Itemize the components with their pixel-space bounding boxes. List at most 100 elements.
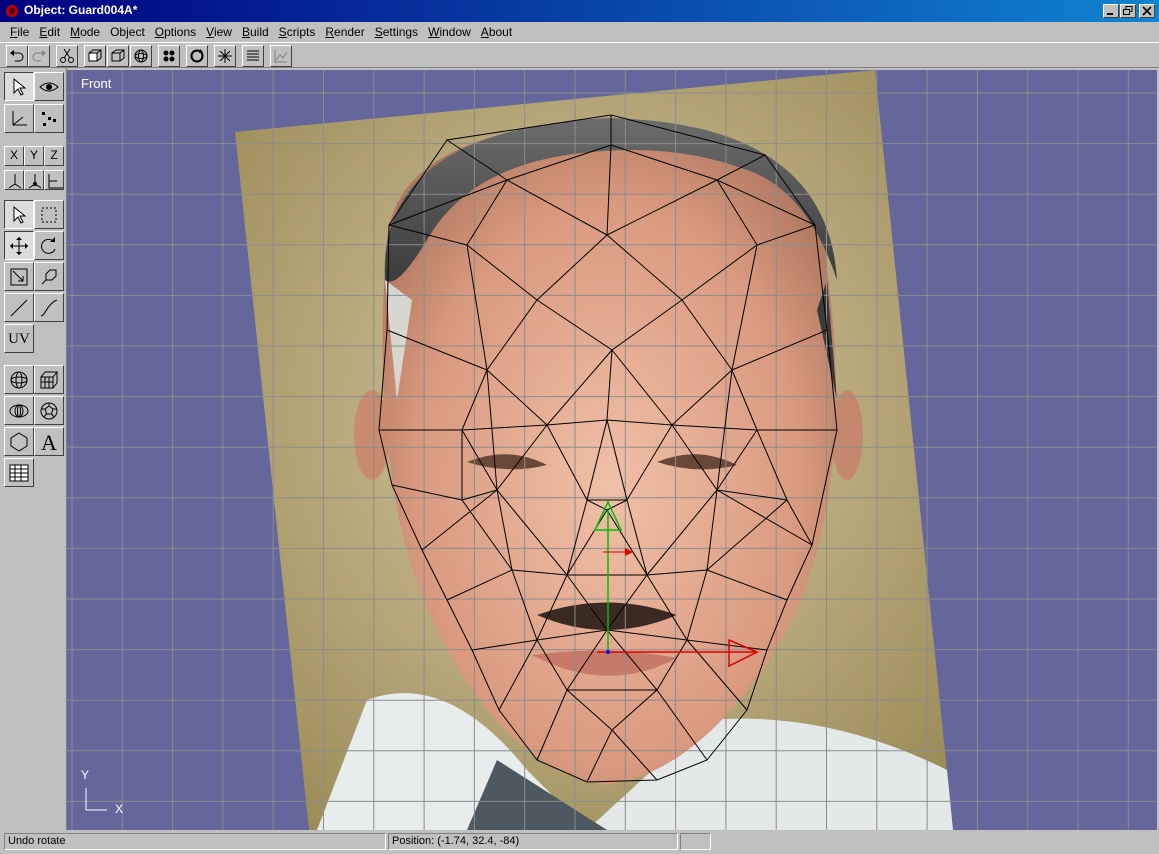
axis-x-toggle[interactable]: X — [4, 146, 24, 166]
curve-tool-button[interactable] — [34, 293, 64, 322]
title-bar: Object: Guard004A* — [0, 0, 1159, 22]
menu-scripts[interactable]: Scripts — [274, 23, 321, 41]
grid-box-icon — [40, 371, 59, 389]
cut-icon — [60, 48, 74, 63]
redo-button[interactable] — [28, 45, 50, 67]
sparkle-button[interactable] — [214, 45, 236, 67]
axis-mode-1-icon — [8, 174, 22, 189]
sphere-icon — [134, 49, 148, 63]
grid-box-button[interactable] — [34, 365, 64, 394]
pointer-icon — [13, 205, 27, 224]
spreadsheet-icon — [9, 464, 29, 482]
menu-build[interactable]: Build — [237, 23, 274, 41]
restore-button[interactable] — [1120, 4, 1136, 18]
menu-bar: File Edit Mode Object Options View Build Script… — [0, 22, 1159, 42]
undo-button[interactable] — [6, 45, 28, 67]
close-button[interactable] — [1139, 4, 1155, 18]
axis-x-label: X — [9, 148, 18, 162]
hexagon-icon — [10, 432, 28, 452]
menu-about[interactable]: About — [476, 23, 517, 41]
menu-window[interactable]: Window — [423, 23, 476, 41]
line-icon — [10, 299, 28, 317]
list-icon — [247, 50, 259, 61]
list-button[interactable] — [242, 45, 264, 67]
eye-icon — [39, 82, 59, 92]
text-tool-label: A — [41, 430, 57, 455]
box-select-icon — [41, 207, 57, 223]
axis-mode-3-icon — [48, 174, 63, 189]
rotate-tool-button[interactable] — [34, 231, 64, 260]
geodesic-icon — [40, 402, 58, 420]
axis-z-toggle[interactable]: Z — [44, 146, 64, 166]
axis-y-toggle[interactable]: Y — [24, 146, 44, 166]
wireframe-view-button[interactable] — [84, 45, 106, 67]
status-bar: Undo rotate Position: (-1.74, 32.4, -84) — [0, 831, 1159, 854]
axis-z-label: Z — [50, 148, 58, 162]
stretch-tool-button[interactable] — [34, 262, 64, 291]
axes-tool-button[interactable] — [4, 104, 34, 133]
select-arrow-icon — [13, 77, 27, 96]
graph-button[interactable] — [270, 45, 292, 67]
axis-x-indicator-label: X — [115, 802, 124, 816]
menu-file[interactable]: File — [0, 23, 34, 41]
status-message: Undo rotate — [4, 833, 386, 850]
menu-render[interactable]: Render — [320, 23, 369, 41]
move-icon — [10, 237, 28, 255]
vertices-button[interactable] — [158, 45, 180, 67]
menu-object[interactable]: Object — [105, 23, 150, 41]
status-extra — [680, 833, 711, 850]
spreadsheet-button[interactable] — [4, 458, 34, 487]
torus-icon — [9, 404, 29, 418]
select-mode-button[interactable] — [4, 200, 34, 229]
torus-button[interactable] — [4, 396, 34, 425]
toolbar — [0, 42, 1159, 68]
menu-view[interactable]: View — [201, 23, 237, 41]
view-eye-button[interactable] — [34, 72, 64, 101]
sphere-primitive-button[interactable] — [4, 365, 34, 394]
viewport-scene — [67, 70, 1157, 830]
uv-tool-button[interactable]: UV — [4, 324, 34, 353]
axis-mode-3-button[interactable] — [44, 170, 64, 190]
vertices-icon — [163, 50, 175, 62]
points-tool-button[interactable] — [34, 104, 64, 133]
solid-view-button[interactable] — [107, 45, 129, 67]
menu-edit[interactable]: Edit — [34, 23, 65, 41]
redo-icon — [32, 50, 46, 62]
axis-mode-1-button[interactable] — [4, 170, 24, 190]
front-viewport[interactable]: Front Y X — [67, 70, 1157, 830]
graph-icon — [274, 50, 288, 63]
cut-button[interactable] — [56, 45, 78, 67]
menu-options[interactable]: Options — [150, 23, 201, 41]
rotate-view-button[interactable] — [186, 45, 208, 67]
scale-tool-button[interactable] — [4, 262, 34, 291]
move-tool-button[interactable] — [4, 231, 34, 260]
uv-label: UV — [8, 331, 30, 347]
hexagon-button[interactable] — [4, 427, 34, 456]
window-title: Object: Guard004A* — [24, 3, 138, 17]
stretch-icon — [41, 269, 57, 285]
sparkle-icon — [218, 49, 232, 63]
minimize-button[interactable] — [1103, 4, 1119, 18]
axes-icon — [12, 111, 27, 126]
text-tool-button[interactable]: A — [34, 427, 64, 456]
sphere-primitive-icon — [10, 371, 28, 389]
select-tool-button[interactable] — [4, 72, 34, 101]
menu-mode[interactable]: Mode — [65, 23, 105, 41]
menu-settings[interactable]: Settings — [370, 23, 423, 41]
geodesic-button[interactable] — [34, 396, 64, 425]
line-tool-button[interactable] — [4, 293, 34, 322]
solid-cube-icon — [111, 49, 125, 62]
undo-icon — [10, 50, 24, 62]
rotate-view-icon — [190, 49, 204, 63]
scale-icon — [10, 268, 28, 286]
app-icon — [6, 5, 18, 17]
sphere-view-button[interactable] — [130, 45, 152, 67]
rotate-icon — [41, 237, 56, 254]
points-icon — [42, 112, 56, 126]
axis-mode-2-button[interactable] — [24, 170, 44, 190]
box-select-button[interactable] — [34, 200, 64, 229]
axis-indicator — [85, 788, 107, 811]
tool-panel: X Y Z UV A — [0, 68, 67, 830]
wire-cube-icon — [88, 49, 102, 62]
axis-y-label: Y — [29, 148, 38, 162]
